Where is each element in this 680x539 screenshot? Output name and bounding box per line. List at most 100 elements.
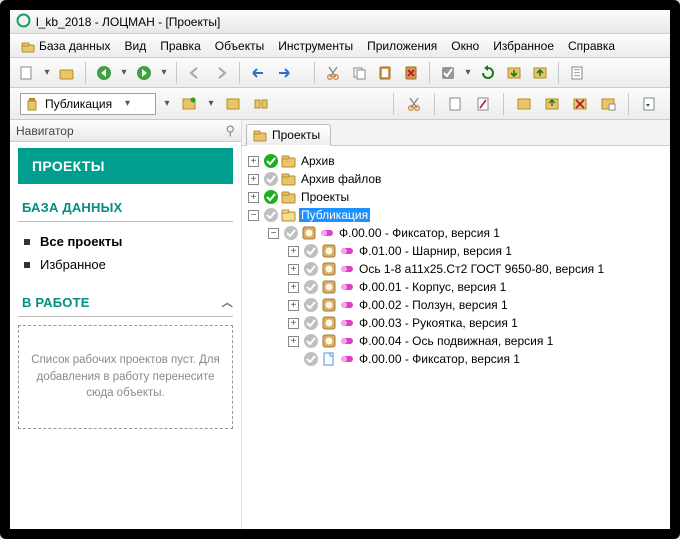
tool-forward-dropdown[interactable]: ▾ (159, 67, 169, 78)
expander-none (288, 354, 299, 365)
addr-tool-1-dropdown[interactable]: ▾ (206, 98, 216, 109)
expander[interactable] (288, 300, 299, 311)
tool-grp-c[interactable] (569, 93, 591, 115)
node-label[interactable]: Ф.00.01 - Корпус, версия 1 (357, 280, 508, 294)
pill-icon (339, 297, 355, 313)
tool-cut[interactable] (322, 62, 344, 84)
tool-check[interactable] (437, 62, 459, 84)
addr-tool-1[interactable] (178, 93, 200, 115)
tool-arrow-left[interactable] (247, 62, 269, 84)
tool-new-dropdown[interactable]: ▾ (42, 67, 52, 78)
nav-item-label: Избранное (40, 257, 106, 272)
separator (393, 93, 394, 115)
tool-export[interactable] (529, 62, 551, 84)
expander[interactable] (288, 282, 299, 293)
tool-delete[interactable] (400, 62, 422, 84)
node-label[interactable]: Ф.00.00 - Фиксатор, версия 1 (357, 352, 522, 366)
node-label[interactable]: Архив (299, 154, 337, 168)
addr-tool-2[interactable] (222, 93, 244, 115)
tool-open[interactable] (56, 62, 78, 84)
tool-import[interactable] (503, 62, 525, 84)
node-label[interactable]: Ф.00.04 - Ось подвижная, версия 1 (357, 334, 555, 348)
nav-section-inwork[interactable]: В РАБОТЕ︿ (18, 292, 233, 317)
tool-check-dropdown[interactable]: ▾ (463, 67, 473, 78)
tool-back-dropdown[interactable]: ▾ (119, 67, 129, 78)
expander[interactable] (268, 228, 279, 239)
tool-next[interactable] (210, 62, 232, 84)
pill-icon (339, 315, 355, 331)
tool-grp-a[interactable] (513, 93, 535, 115)
node-label[interactable]: Публикация (299, 208, 370, 222)
tool-last[interactable] (638, 93, 660, 115)
titlebar: l_kb_2018 - ЛОЦМАН - [Проекты] (10, 10, 670, 34)
menu-window[interactable]: Окно (444, 37, 486, 55)
menu-edit[interactable]: Правка (153, 37, 208, 55)
expander[interactable] (248, 174, 259, 185)
expander[interactable] (288, 336, 299, 347)
assembly-icon (321, 243, 337, 259)
pill-icon (339, 351, 355, 367)
tool-doc-2b[interactable] (472, 93, 494, 115)
node-label[interactable]: Ф.00.03 - Рукоятка, версия 1 (357, 316, 520, 330)
pin-icon[interactable]: ⚲ (225, 123, 235, 139)
tree-view[interactable]: Архив Архив файлов Проекты Публикация Ф.… (242, 146, 670, 529)
tool-refresh[interactable] (477, 62, 499, 84)
chevron-down-icon[interactable]: ▾ (125, 98, 130, 109)
tool-cut-2[interactable] (403, 93, 425, 115)
node-label[interactable]: Ось 1-8 а11х25.Ст2 ГОСТ 9650-80, версия … (357, 262, 606, 276)
work-dropzone[interactable]: Список рабочих проектов пуст. Для добавл… (18, 325, 233, 429)
menu-tools[interactable]: Инструменты (271, 37, 360, 55)
pill-icon (339, 333, 355, 349)
folder-icon (281, 189, 297, 205)
tool-arrow-right[interactable] (273, 62, 295, 84)
bullet-icon (24, 262, 30, 268)
node-label[interactable]: Архив файлов (299, 172, 383, 186)
check-grey-icon (303, 333, 319, 349)
address-dropdown[interactable]: ▾ (162, 98, 172, 109)
pill-icon (339, 243, 355, 259)
nav-section-database[interactable]: БАЗА ДАННЫХ (18, 198, 233, 222)
app-window: l_kb_2018 - ЛОЦМАН - [Проекты] База данн… (0, 0, 680, 539)
expander[interactable] (248, 156, 259, 167)
folder-icon (281, 171, 297, 187)
tab-projects[interactable]: Проекты (246, 124, 331, 146)
menu-apps[interactable]: Приложения (360, 37, 444, 55)
address-combo[interactable]: ▾ (20, 93, 156, 115)
menu-help[interactable]: Справка (561, 37, 622, 55)
menu-objects[interactable]: Объекты (208, 37, 272, 55)
tool-copy[interactable] (348, 62, 370, 84)
node-label[interactable]: Ф.00.00 - Фиксатор, версия 1 (337, 226, 502, 240)
node-label[interactable]: Ф.00.02 - Ползун, версия 1 (357, 298, 510, 312)
node-label[interactable]: Ф.01.00 - Шарнир, версия 1 (357, 244, 514, 258)
tool-back[interactable] (93, 62, 115, 84)
tool-grp-b[interactable] (541, 93, 563, 115)
expander[interactable] (288, 318, 299, 329)
tool-doc[interactable] (566, 62, 588, 84)
tool-grp-d[interactable] (597, 93, 619, 115)
tool-doc-2a[interactable] (444, 93, 466, 115)
check-icon (263, 153, 279, 169)
tool-new[interactable] (16, 62, 38, 84)
menu-database[interactable]: База данных (14, 37, 117, 55)
window-title: l_kb_2018 - ЛОЦМАН - [Проекты] (36, 15, 220, 29)
tool-paste[interactable] (374, 62, 396, 84)
nav-item-favorites[interactable]: Избранное (18, 253, 233, 276)
menu-view[interactable]: Вид (117, 37, 153, 55)
address-input[interactable] (43, 96, 121, 112)
check-grey-icon (283, 225, 299, 241)
tab-strip: Проекты (242, 120, 670, 146)
assembly-icon (321, 333, 337, 349)
expander[interactable] (288, 264, 299, 275)
addr-tool-3[interactable] (250, 93, 272, 115)
toolbar-main: ▾ ▾ ▾ ▾ (10, 58, 670, 88)
pill-icon (339, 279, 355, 295)
expander[interactable] (248, 210, 259, 221)
nav-item-all-projects[interactable]: Все проекты (18, 230, 233, 253)
expander[interactable] (288, 246, 299, 257)
tool-prev[interactable] (184, 62, 206, 84)
assembly-icon (321, 297, 337, 313)
expander[interactable] (248, 192, 259, 203)
menu-favorites[interactable]: Избранное (486, 37, 561, 55)
tool-forward[interactable] (133, 62, 155, 84)
node-label[interactable]: Проекты (299, 190, 351, 204)
